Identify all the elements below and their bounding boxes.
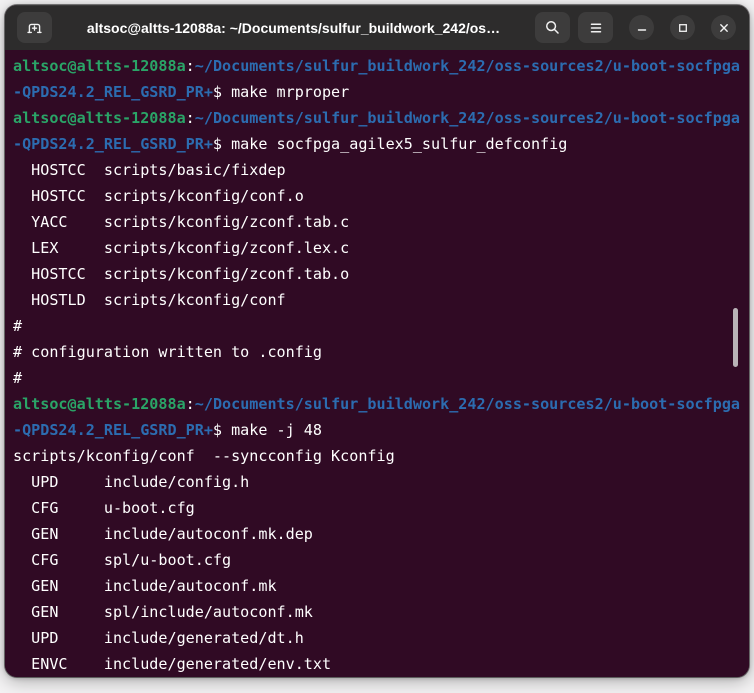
new-tab-icon (26, 19, 43, 36)
terminal-text-segment: GEN include/autoconf.mk.dep (13, 525, 313, 543)
terminal-text-segment: # (13, 317, 22, 335)
terminal-text-segment: -QPDS24.2_REL_GSRD_PR+ (13, 421, 213, 439)
terminal-text-segment: : (186, 109, 195, 127)
terminal-text-segment: UPD include/generated/dt.h (13, 629, 304, 647)
terminal-pane[interactable]: altsoc@altts-12088a:~/Documents/sulfur_b… (5, 50, 749, 677)
terminal-text-segment: CFG spl/u-boot.cfg (13, 551, 231, 569)
terminal-line: CFG spl/u-boot.cfg (13, 547, 741, 573)
terminal-line: # (13, 365, 741, 391)
terminal-text-segment: # configuration written to .config (13, 343, 322, 361)
terminal-text-segment: # (13, 369, 22, 387)
terminal-text-segment: -QPDS24.2_REL_GSRD_PR+ (13, 83, 213, 101)
terminal-text-segment: ~/Documents/sulfur_buildwork_242/oss-sou… (195, 57, 740, 75)
terminal-line: scripts/kconfig/conf --syncconfig Kconfi… (13, 443, 741, 469)
terminal-text-segment: altsoc@altts-12088a (13, 57, 186, 75)
terminal-text-segment: altsoc@altts-12088a (13, 395, 186, 413)
terminal-text-segment: ~/Documents/sulfur_buildwork_242/oss-sou… (195, 109, 740, 127)
terminal-line: HOSTCC scripts/kconfig/zconf.tab.o (13, 261, 741, 287)
hamburger-menu-icon (588, 20, 604, 36)
new-tab-button[interactable] (17, 12, 52, 43)
window-title: altsoc@altts-12088a: ~/Documents/sulfur_… (52, 20, 535, 36)
minimize-button[interactable] (629, 15, 654, 40)
terminal-text-segment: GEN include/autoconf.mk (13, 577, 277, 595)
terminal-text-segment: HOSTLD scripts/kconfig/conf (13, 291, 286, 309)
terminal-text-segment: altsoc@altts-12088a (13, 109, 186, 127)
terminal-line: # configuration written to .config (13, 339, 741, 365)
terminal-text-segment: ~/Documents/sulfur_buildwork_242/oss-sou… (195, 395, 740, 413)
terminal-text-segment: : (186, 395, 195, 413)
terminal-line: -QPDS24.2_REL_GSRD_PR+$ make mrproper (13, 79, 741, 105)
terminal-line: LEX scripts/kconfig/zconf.lex.c (13, 235, 741, 261)
terminal-window: altsoc@altts-12088a: ~/Documents/sulfur_… (5, 5, 749, 677)
terminal-text-segment: scripts/kconfig/conf --syncconfig Kconfi… (13, 447, 395, 465)
search-button[interactable] (535, 12, 570, 43)
terminal-line: altsoc@altts-12088a:~/Documents/sulfur_b… (13, 53, 741, 79)
terminal-text-segment: HOSTCC scripts/basic/fixdep (13, 161, 286, 179)
terminal-line: HOSTCC scripts/basic/fixdep (13, 157, 741, 183)
terminal-text-segment: UPD include/config.h (13, 473, 249, 491)
terminal-line: UPD include/config.h (13, 469, 741, 495)
close-button[interactable] (711, 15, 736, 40)
terminal-line: GEN include/autoconf.mk.dep (13, 521, 741, 547)
maximize-icon (676, 21, 690, 35)
minimize-icon (635, 21, 649, 35)
terminal-text-segment: $ make -j 48 (213, 421, 322, 439)
search-icon (544, 19, 561, 36)
titlebar[interactable]: altsoc@altts-12088a: ~/Documents/sulfur_… (5, 5, 749, 50)
terminal-line: altsoc@altts-12088a:~/Documents/sulfur_b… (13, 391, 741, 417)
terminal-line: altsoc@altts-12088a:~/Documents/sulfur_b… (13, 105, 741, 131)
terminal-text-segment: GEN spl/include/autoconf.mk (13, 603, 313, 621)
terminal-text-segment: HOSTCC scripts/kconfig/conf.o (13, 187, 304, 205)
terminal-line: YACC scripts/kconfig/zconf.tab.c (13, 209, 741, 235)
terminal-line: UPD include/generated/dt.h (13, 625, 741, 651)
terminal-line: -QPDS24.2_REL_GSRD_PR+$ make -j 48 (13, 417, 741, 443)
terminal-line: -QPDS24.2_REL_GSRD_PR+$ make socfpga_agi… (13, 131, 741, 157)
terminal-text-segment: $ make mrproper (213, 83, 349, 101)
terminal-output: altsoc@altts-12088a:~/Documents/sulfur_b… (13, 53, 741, 677)
terminal-text-segment: : (186, 57, 195, 75)
terminal-text-segment: LEX scripts/kconfig/zconf.lex.c (13, 239, 349, 257)
terminal-line: ENVC include/generated/env.txt (13, 651, 741, 677)
terminal-text-segment: HOSTCC scripts/kconfig/zconf.tab.o (13, 265, 349, 283)
menu-button[interactable] (578, 12, 613, 43)
maximize-button[interactable] (670, 15, 695, 40)
close-icon (717, 21, 731, 35)
terminal-text-segment: $ make socfpga_agilex5_sulfur_defconfig (213, 135, 567, 153)
terminal-line: GEN spl/include/autoconf.mk (13, 599, 741, 625)
terminal-line: # (13, 313, 741, 339)
terminal-line: CFG u-boot.cfg (13, 495, 741, 521)
scrollbar-thumb[interactable] (733, 308, 738, 367)
terminal-text-segment: -QPDS24.2_REL_GSRD_PR+ (13, 135, 213, 153)
terminal-text-segment: CFG u-boot.cfg (13, 499, 195, 517)
terminal-line: HOSTLD scripts/kconfig/conf (13, 287, 741, 313)
terminal-text-segment: YACC scripts/kconfig/zconf.tab.c (13, 213, 349, 231)
terminal-line: HOSTCC scripts/kconfig/conf.o (13, 183, 741, 209)
terminal-text-segment: ENVC include/generated/env.txt (13, 655, 331, 673)
terminal-line: GEN include/autoconf.mk (13, 573, 741, 599)
